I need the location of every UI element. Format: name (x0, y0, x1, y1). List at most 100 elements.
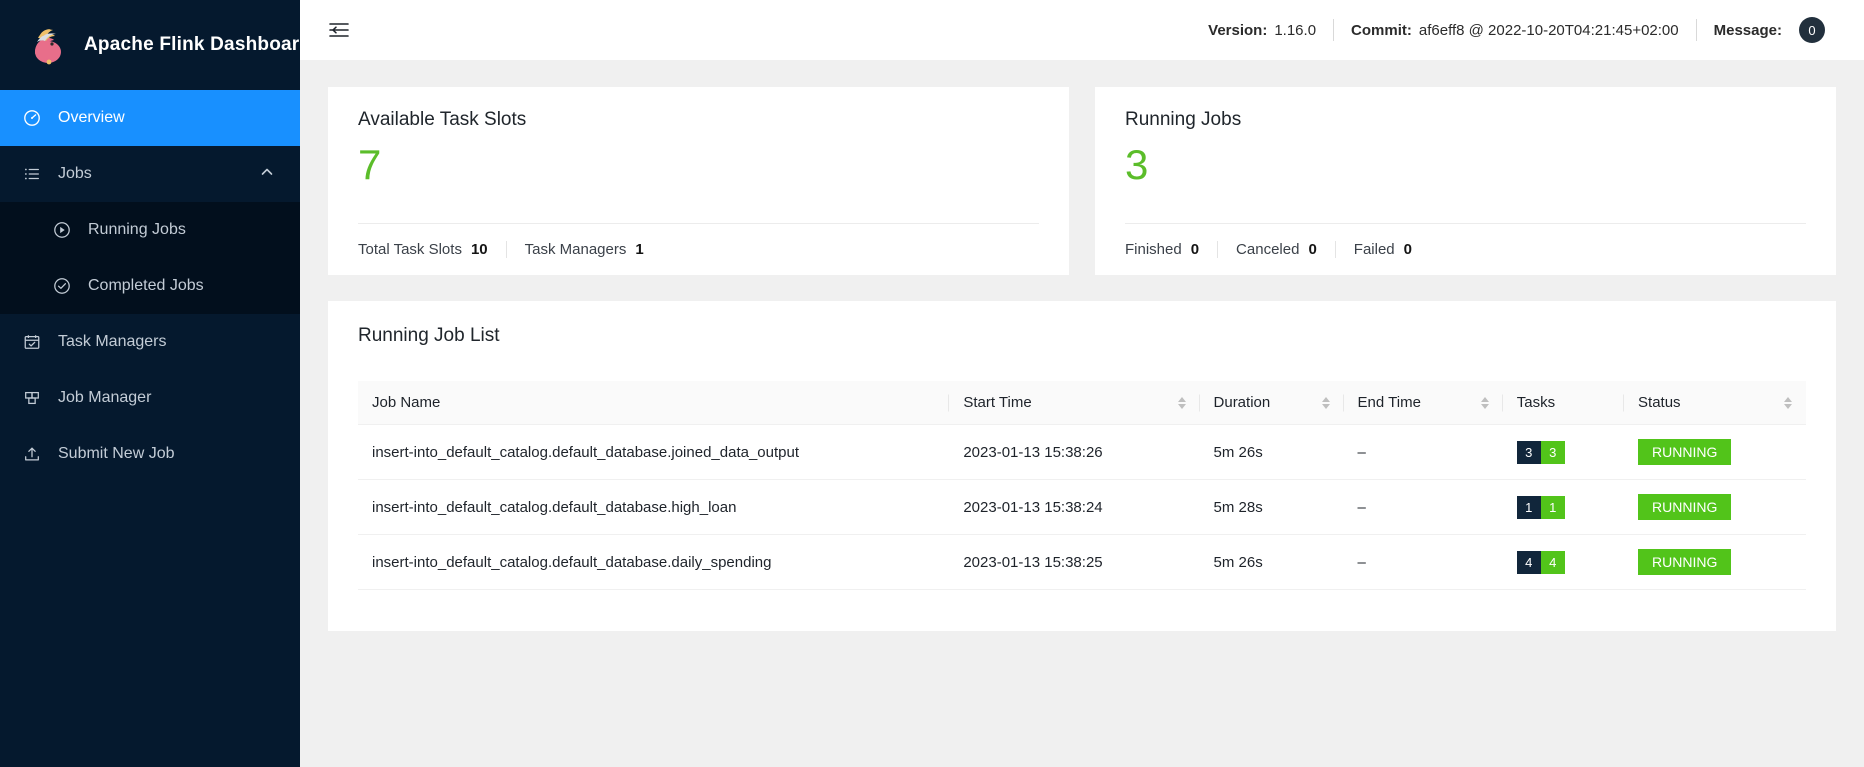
sort-toggle-icon[interactable] (1322, 397, 1330, 409)
sort-toggle-icon[interactable] (1481, 397, 1489, 409)
cell-start-time: 2023-01-13 15:38:26 (949, 425, 1199, 480)
column-header-status[interactable]: Status (1624, 381, 1806, 425)
tasks-running-badge: 3 (1541, 441, 1565, 464)
sort-toggle-icon[interactable] (1784, 397, 1792, 409)
version-label: Version: (1208, 22, 1267, 39)
flink-squirrel-logo-icon (24, 22, 70, 68)
cell-status: RUNNING (1624, 480, 1806, 535)
sidebar-item-label: Submit New Job (58, 445, 175, 463)
total-task-slots-stat: Total Task Slots 10 (358, 241, 506, 258)
message-label: Message: (1714, 22, 1782, 39)
cell-start-time: 2023-01-13 15:38:25 (949, 535, 1199, 590)
message-count-badge: 0 (1799, 17, 1825, 43)
sidebar-item-label: Running Jobs (88, 221, 186, 239)
column-label: Start Time (963, 394, 1031, 411)
cell-end-time: – (1344, 480, 1503, 535)
card-title: Running Jobs (1125, 109, 1806, 131)
app-root: Apache Flink Dashboard Overview (0, 0, 1864, 767)
version-info: Version: 1.16.0 (1191, 22, 1333, 39)
stat-label: Finished (1125, 241, 1182, 258)
column-label: End Time (1358, 394, 1421, 411)
content: Available Task Slots 7 Total Task Slots … (300, 61, 1864, 767)
calendar-check-icon (22, 332, 42, 352)
cell-status: RUNNING (1624, 535, 1806, 590)
stat-value: 1 (635, 241, 643, 258)
column-label: Status (1638, 394, 1681, 411)
status-badge: RUNNING (1638, 439, 1731, 465)
running-jobs-table: Job Name Start Time (358, 381, 1806, 590)
play-circle-icon (52, 220, 72, 240)
cell-job-name[interactable]: insert-into_default_catalog.default_data… (358, 425, 949, 480)
divider (1335, 241, 1336, 258)
sidebar-item-label: Task Managers (58, 333, 167, 351)
cell-job-name[interactable]: insert-into_default_catalog.default_data… (358, 535, 949, 590)
sidebar-item-label: Job Manager (58, 389, 151, 407)
cell-status: RUNNING (1624, 425, 1806, 480)
job-name-link[interactable]: insert-into_default_catalog.default_data… (372, 499, 736, 516)
jobs-subnav: Running Jobs Completed Jobs (0, 202, 300, 314)
column-header-duration[interactable]: Duration (1200, 381, 1344, 425)
tasks-running-badge: 4 (1541, 551, 1565, 574)
table-row[interactable]: insert-into_default_catalog.default_data… (358, 425, 1806, 480)
tasks-running-badge: 1 (1541, 496, 1565, 519)
brand: Apache Flink Dashboard (0, 0, 300, 90)
table-row[interactable]: insert-into_default_catalog.default_data… (358, 480, 1806, 535)
menu-collapse-icon[interactable] (326, 17, 352, 43)
job-name-link[interactable]: insert-into_default_catalog.default_data… (372, 444, 799, 461)
divider (1217, 241, 1218, 258)
cell-end-time: – (1344, 425, 1503, 480)
column-header-job-name[interactable]: Job Name (358, 381, 949, 425)
chevron-up-icon[interactable] (260, 165, 274, 184)
column-header-start-time[interactable]: Start Time (949, 381, 1199, 425)
topbar: Version: 1.16.0 Commit: af6eff8 @ 2022-1… (300, 0, 1864, 61)
table-row[interactable]: insert-into_default_catalog.default_data… (358, 535, 1806, 590)
sidebar-item-running-jobs[interactable]: Running Jobs (0, 202, 300, 258)
sidebar-item-task-managers[interactable]: Task Managers (0, 314, 300, 370)
brand-title: Apache Flink Dashboard (84, 34, 300, 56)
task-managers-stat: Task Managers 1 (525, 241, 662, 258)
commit-value: af6eff8 @ 2022-10-20T04:21:45+02:00 (1419, 22, 1679, 39)
card-footer: Finished 0 Canceled 0 Failed 0 (1125, 223, 1806, 275)
table-body: insert-into_default_catalog.default_data… (358, 425, 1806, 590)
card-footer: Total Task Slots 10 Task Managers 1 (358, 223, 1039, 275)
cell-duration: 5m 26s (1200, 535, 1344, 590)
main-area: Version: 1.16.0 Commit: af6eff8 @ 2022-1… (300, 0, 1864, 767)
column-header-tasks[interactable]: Tasks (1503, 381, 1624, 425)
sidebar-item-overview[interactable]: Overview (0, 90, 300, 146)
message-info[interactable]: Message: 0 (1697, 17, 1842, 43)
cell-job-name[interactable]: insert-into_default_catalog.default_data… (358, 480, 949, 535)
column-label: Tasks (1517, 394, 1555, 411)
stat-label: Total Task Slots (358, 241, 462, 258)
stat-value: 0 (1191, 241, 1199, 258)
running-jobs-card: Running Jobs 3 Finished 0 Canceled 0 (1095, 87, 1836, 275)
sidebar-item-submit-new-job[interactable]: Submit New Job (0, 426, 300, 482)
stat-label: Failed (1354, 241, 1395, 258)
cell-start-time: 2023-01-13 15:38:24 (949, 480, 1199, 535)
failed-stat: Failed 0 (1354, 241, 1430, 258)
available-task-slots-card: Available Task Slots 7 Total Task Slots … (328, 87, 1069, 275)
stat-label: Task Managers (525, 241, 627, 258)
sort-toggle-icon[interactable] (1178, 397, 1186, 409)
stat-value: 0 (1404, 241, 1412, 258)
sidebar-item-completed-jobs[interactable]: Completed Jobs (0, 258, 300, 314)
tasks-total-badge: 1 (1517, 496, 1541, 519)
sidebar-item-jobs[interactable]: Jobs (0, 146, 300, 202)
job-name-link[interactable]: insert-into_default_catalog.default_data… (372, 554, 771, 571)
sidebar-item-job-manager[interactable]: Job Manager (0, 370, 300, 426)
commit-label: Commit: (1351, 22, 1412, 39)
cell-duration: 5m 26s (1200, 425, 1344, 480)
summary-cards: Available Task Slots 7 Total Task Slots … (328, 87, 1836, 275)
table-header: Job Name Start Time (358, 381, 1806, 425)
status-badge: RUNNING (1638, 549, 1731, 575)
sidebar-item-label: Completed Jobs (88, 277, 204, 295)
topbar-info: Version: 1.16.0 Commit: af6eff8 @ 2022-1… (1191, 17, 1842, 43)
stat-value: 0 (1308, 241, 1316, 258)
column-header-end-time[interactable]: End Time (1344, 381, 1503, 425)
sidebar-nav: Overview Jobs (0, 90, 300, 482)
tasks-total-badge: 4 (1517, 551, 1541, 574)
table-header-row: Job Name Start Time (358, 381, 1806, 425)
divider (506, 241, 507, 258)
check-circle-icon (52, 276, 72, 296)
upload-icon (22, 444, 42, 464)
cell-duration: 5m 28s (1200, 480, 1344, 535)
